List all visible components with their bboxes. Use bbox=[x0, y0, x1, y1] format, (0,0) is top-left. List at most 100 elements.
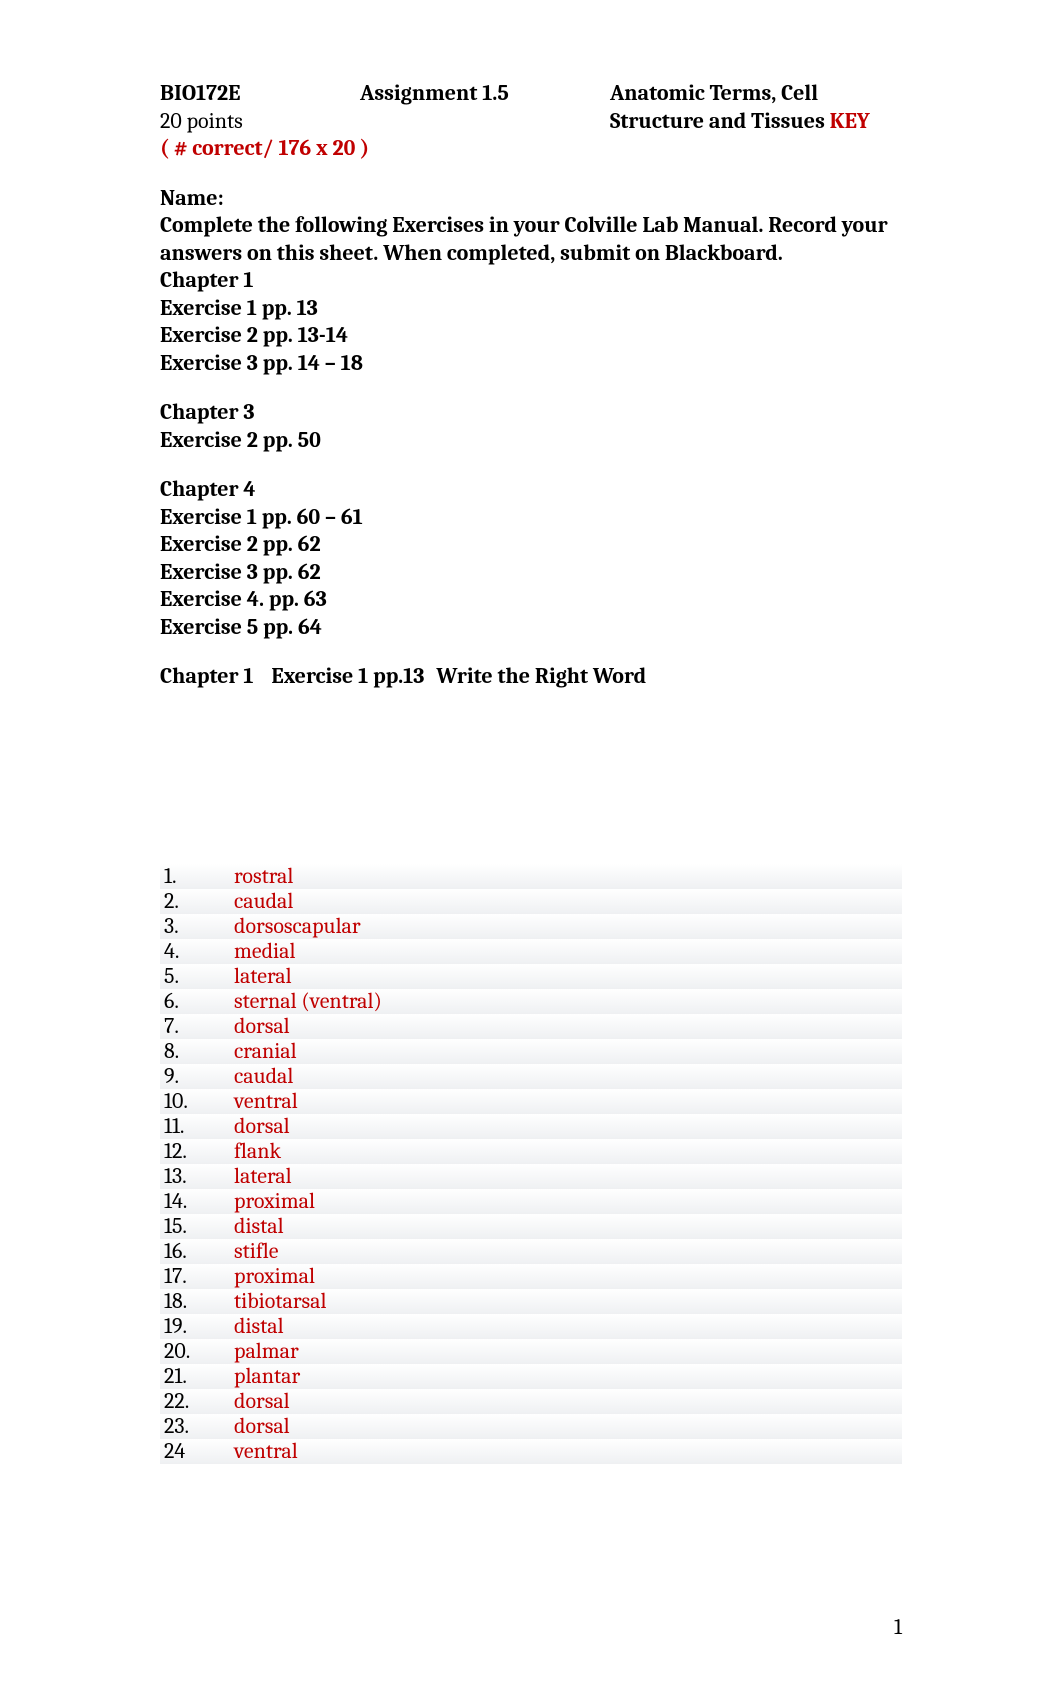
answer-number: 1. bbox=[160, 864, 234, 889]
chapter-4-block: Chapter 4 Exercise 1 pp. 60 – 61 Exercis… bbox=[160, 476, 902, 641]
ch4-exercise-5: Exercise 5 pp. 64 bbox=[160, 614, 902, 642]
preview-gap bbox=[160, 689, 902, 854]
points-label: 20 points bbox=[160, 108, 610, 136]
document-page: BIO172E Assignment 1.5 Anatomic Terms, C… bbox=[0, 0, 1062, 1700]
answer-number: 22. bbox=[160, 1389, 234, 1414]
answer-row: 4.medial bbox=[160, 939, 902, 964]
chapter-3-block: Chapter 3 Exercise 2 pp. 50 bbox=[160, 399, 902, 454]
exercise-chapter: Chapter 1 bbox=[160, 663, 253, 689]
answer-number: 17. bbox=[160, 1264, 234, 1289]
answer-number: 9. bbox=[160, 1064, 234, 1089]
ch4-exercise-2: Exercise 2 pp. 62 bbox=[160, 531, 902, 559]
answer-number: 4. bbox=[160, 939, 234, 964]
topic-line-2-pre: Structure and Tissues bbox=[610, 108, 830, 134]
answer-number: 24 bbox=[160, 1439, 234, 1464]
answer-value: plantar bbox=[234, 1364, 300, 1389]
answer-row: 14.proximal bbox=[160, 1189, 902, 1214]
answer-row: 9.caudal bbox=[160, 1064, 902, 1089]
instructions-line-2: answers on this sheet. When completed, s… bbox=[160, 240, 902, 268]
chapter-3-title: Chapter 3 bbox=[160, 399, 902, 427]
answer-value: dorsoscapular bbox=[234, 914, 361, 939]
ch1-exercise-3: Exercise 3 pp. 14 – 18 bbox=[160, 350, 902, 378]
ch3-exercise-2: Exercise 2 pp. 50 bbox=[160, 427, 902, 455]
ch4-exercise-1: Exercise 1 pp. 60 – 61 bbox=[160, 504, 902, 532]
answer-value: flank bbox=[234, 1139, 281, 1164]
ch4-exercise-4: Exercise 4. pp. 63 bbox=[160, 586, 902, 614]
answer-number: 16. bbox=[160, 1239, 234, 1264]
answer-row: 21.plantar bbox=[160, 1364, 902, 1389]
answer-value: distal bbox=[234, 1314, 284, 1339]
answer-number: 12. bbox=[160, 1139, 234, 1164]
ch1-exercise-1: Exercise 1 pp. 13 bbox=[160, 295, 902, 323]
answer-value: dorsal bbox=[234, 1389, 290, 1414]
answer-value: dorsal bbox=[234, 1114, 290, 1139]
answer-value: sternal (ventral) bbox=[234, 989, 382, 1014]
answer-row: 23.dorsal bbox=[160, 1414, 902, 1439]
instructions-line-1: Complete the following Exercises in your… bbox=[160, 212, 902, 240]
answer-number: 10. bbox=[160, 1089, 234, 1114]
answer-number: 2. bbox=[160, 889, 234, 914]
exercise-id: Exercise 1 pp.13 bbox=[271, 663, 424, 689]
ch4-exercise-3: Exercise 3 pp. 62 bbox=[160, 559, 902, 587]
answer-number: 3. bbox=[160, 914, 234, 939]
answer-value: caudal bbox=[234, 1064, 293, 1089]
answer-value: medial bbox=[234, 939, 295, 964]
answer-value: cranial bbox=[234, 1039, 297, 1064]
exercise-title: Write the Right Word bbox=[436, 663, 646, 689]
answer-row: 13.lateral bbox=[160, 1164, 902, 1189]
answer-value: stifle bbox=[234, 1239, 278, 1264]
answer-number: 18. bbox=[160, 1289, 234, 1314]
answer-row: 2.caudal bbox=[160, 889, 902, 914]
answer-row: 12.flank bbox=[160, 1139, 902, 1164]
answer-row: 19.distal bbox=[160, 1314, 902, 1339]
answer-row: 16.stifle bbox=[160, 1239, 902, 1264]
answer-number: 15. bbox=[160, 1214, 234, 1239]
intro-block: Name: Complete the following Exercises i… bbox=[160, 185, 902, 378]
answer-value: palmar bbox=[234, 1339, 299, 1364]
key-label: KEY bbox=[830, 108, 870, 134]
answer-row: 15.distal bbox=[160, 1214, 902, 1239]
answer-number: 23. bbox=[160, 1414, 234, 1439]
answer-value: tibiotarsal bbox=[234, 1289, 326, 1314]
answer-row: 5.lateral bbox=[160, 964, 902, 989]
answer-value: proximal bbox=[234, 1189, 315, 1214]
points-row: 20 points Structure and Tissues KEY bbox=[160, 108, 902, 136]
answer-value: dorsal bbox=[234, 1014, 290, 1039]
answer-number: 14. bbox=[160, 1189, 234, 1214]
answer-number: 11. bbox=[160, 1114, 234, 1139]
answer-row: 1.rostral bbox=[160, 864, 902, 889]
ch1-exercise-2: Exercise 2 pp. 13-14 bbox=[160, 322, 902, 350]
answer-value: ventral bbox=[234, 1089, 298, 1114]
answer-number: 13. bbox=[160, 1164, 234, 1189]
answer-row: 8.cranial bbox=[160, 1039, 902, 1064]
answer-number: 20. bbox=[160, 1339, 234, 1364]
chapter-4-title: Chapter 4 bbox=[160, 476, 902, 504]
answer-row: 10.ventral bbox=[160, 1089, 902, 1114]
answer-value: rostral bbox=[234, 864, 293, 889]
scoring-formula: ( # correct/ 176 x 20 ) bbox=[160, 135, 902, 163]
answer-value: ventral bbox=[234, 1439, 298, 1464]
topic-line-2: Structure and Tissues KEY bbox=[610, 108, 902, 136]
answer-value: caudal bbox=[234, 889, 293, 914]
answer-row: 6.sternal (ventral) bbox=[160, 989, 902, 1014]
answer-row: 3.dorsoscapular bbox=[160, 914, 902, 939]
answer-number: 21. bbox=[160, 1364, 234, 1389]
answer-row: 22.dorsal bbox=[160, 1389, 902, 1414]
answer-number: 8. bbox=[160, 1039, 234, 1064]
answers-list: 1.rostral2.caudal3.dorsoscapular4.medial… bbox=[160, 854, 902, 1482]
answer-row: 7.dorsal bbox=[160, 1014, 902, 1039]
answer-number: 7. bbox=[160, 1014, 234, 1039]
answer-value: distal bbox=[234, 1214, 284, 1239]
answer-value: dorsal bbox=[234, 1414, 290, 1439]
answer-value: lateral bbox=[234, 964, 292, 989]
topic-line-1: Anatomic Terms, Cell bbox=[610, 80, 902, 108]
assignment-number: Assignment 1.5 bbox=[360, 80, 610, 108]
page-number: 1 bbox=[894, 1614, 902, 1640]
header-row: BIO172E Assignment 1.5 Anatomic Terms, C… bbox=[160, 80, 902, 108]
answer-row: 17.proximal bbox=[160, 1264, 902, 1289]
answer-number: 5. bbox=[160, 964, 234, 989]
course-code: BIO172E bbox=[160, 80, 360, 108]
answer-row: 11.dorsal bbox=[160, 1114, 902, 1139]
answer-row: 18.tibiotarsal bbox=[160, 1289, 902, 1314]
answer-value: lateral bbox=[234, 1164, 292, 1189]
